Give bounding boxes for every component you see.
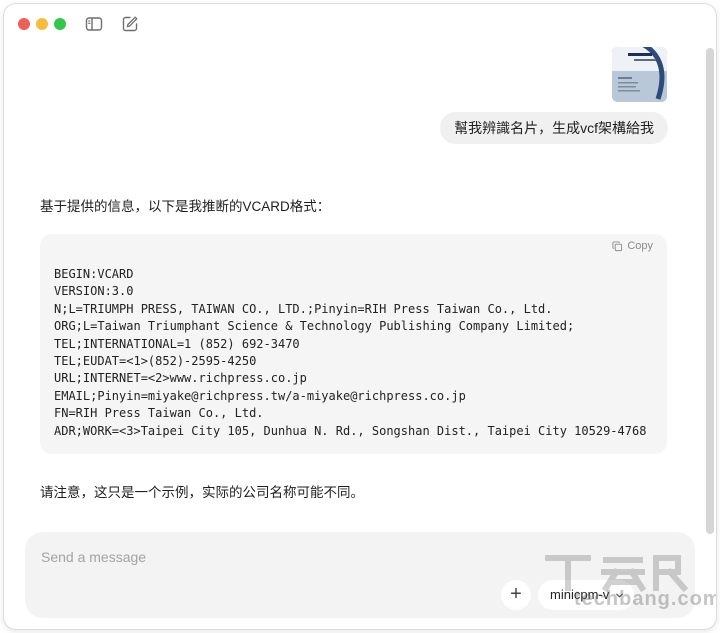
copy-icon <box>612 240 623 251</box>
assistant-note-text: 请注意，这只是一个示例，实际的公司名称可能不同。 <box>40 485 364 500</box>
zoom-window-button[interactable] <box>54 18 66 30</box>
minimize-window-button[interactable] <box>36 18 48 30</box>
close-window-button[interactable] <box>18 18 30 30</box>
app-window: 幫我辨識名片，生成vcf架構給我 基于提供的信息，以下是我推断的VCARD格式：… <box>4 4 716 629</box>
code-line: FN=RIH Press Taiwan Co., Ltd. <box>54 406 264 421</box>
new-chat-icon[interactable] <box>120 14 140 34</box>
code-line: URL;INTERNET=<2>www.richpress.co.jp <box>54 371 307 386</box>
code-line: BEGIN:VCARD <box>54 267 134 281</box>
plus-icon: + <box>510 583 522 605</box>
code-line: ORG;L=Taiwan Triumphant Science & Techno… <box>54 319 575 334</box>
copy-label: Copy <box>627 240 653 252</box>
vcard-code-block: Copy BEGIN:VCARD VERSION:3.0 N;L=TRIUMPH… <box>40 234 667 454</box>
title-bar <box>4 4 716 44</box>
business-card-image <box>612 47 667 102</box>
code-line: TEL;EUDAT=<1>(852)-2595-4250 <box>54 354 257 369</box>
code-line: ADR;WORK=<3>Taipei City 105, Dunhua N. R… <box>54 423 647 438</box>
code-line: EMAIL;Pinyin=miyake@richpress.tw/a-miyak… <box>54 388 466 403</box>
copy-code-button[interactable]: Copy <box>612 240 653 252</box>
sidebar-toggle-icon[interactable] <box>84 14 104 34</box>
code-line: N;L=TRIUMPH PRESS, TAIWAN CO., LTD.;Piny… <box>54 301 553 316</box>
message-input[interactable] <box>41 544 501 570</box>
code-line: TEL;INTERNATIONAL=1 (852) 692-3470 <box>54 336 300 351</box>
watermark-logo: techbang.com <box>544 552 716 616</box>
user-message-bubble: 幫我辨識名片，生成vcf架構給我 <box>440 112 668 144</box>
watermark-logo-mark <box>545 555 689 593</box>
business-card-thumbnail[interactable] <box>612 47 667 102</box>
add-attachment-button[interactable]: + <box>501 580 531 610</box>
assistant-intro-text: 基于提供的信息，以下是我推断的VCARD格式： <box>40 199 331 214</box>
code-lines: BEGIN:VCARD VERSION:3.0 N;L=TRIUMPH PRES… <box>54 266 646 440</box>
watermark-url: techbang.com <box>574 588 716 610</box>
chat-transcript[interactable]: 幫我辨識名片，生成vcf架構給我 基于提供的信息，以下是我推断的VCARD格式：… <box>4 44 704 524</box>
code-line: VERSION:3.0 <box>54 284 134 299</box>
chat-scrollbar[interactable] <box>706 48 714 534</box>
